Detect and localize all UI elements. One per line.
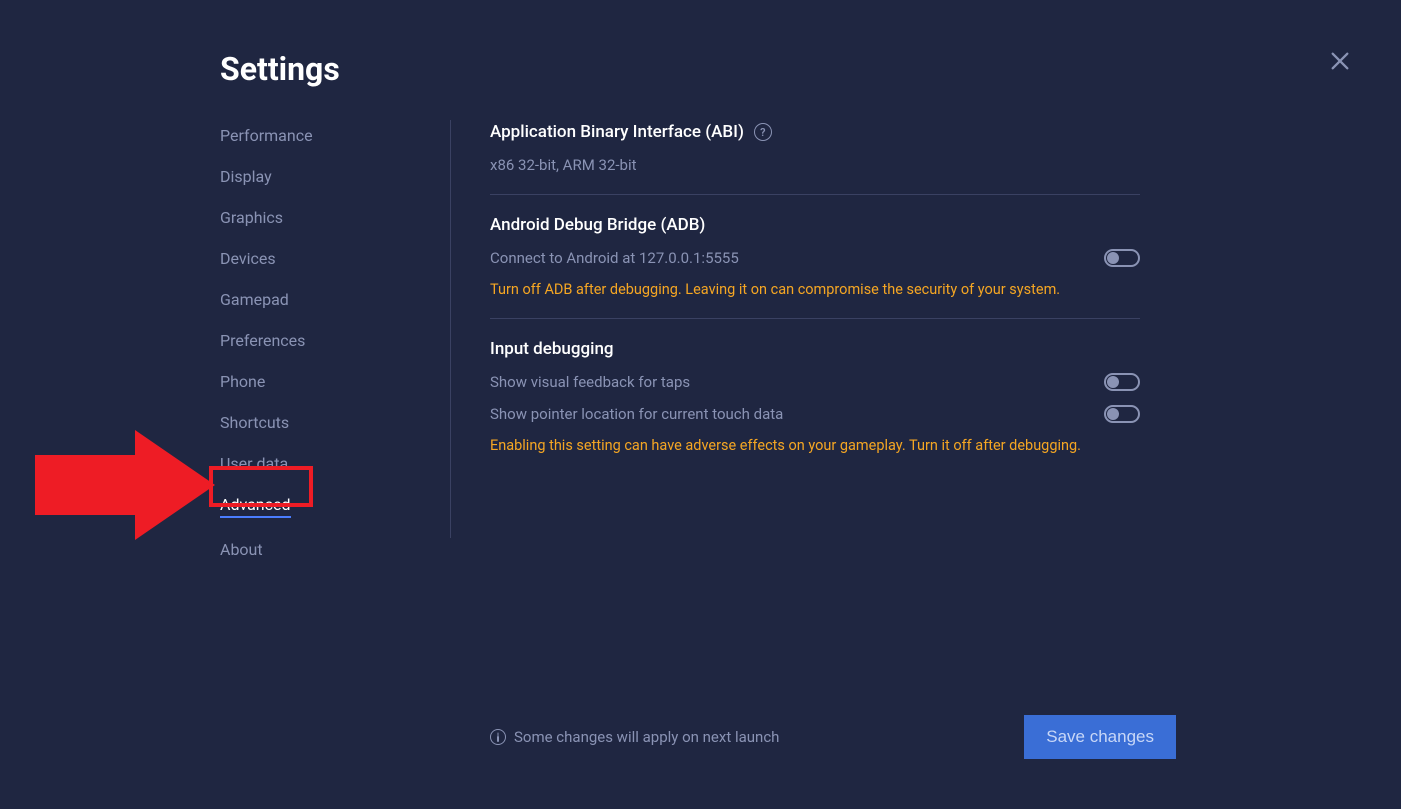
input-title: Input debugging <box>490 339 614 359</box>
adb-title: Android Debug Bridge (ADB) <box>490 215 705 235</box>
sidebar-item-devices[interactable]: Devices <box>220 249 276 268</box>
pointer-label: Show pointer location for current touch … <box>490 405 783 423</box>
sidebar-item-graphics[interactable]: Graphics <box>220 208 283 227</box>
toggle-knob <box>1107 252 1119 264</box>
close-button[interactable] <box>1329 50 1351 72</box>
toggle-knob <box>1107 376 1119 388</box>
page-title: Settings <box>220 50 340 88</box>
sidebar-item-preferences[interactable]: Preferences <box>220 331 305 350</box>
footer-note: Some changes will apply on next launch <box>490 728 779 746</box>
save-changes-button[interactable]: Save changes <box>1024 715 1176 759</box>
settings-sidebar: Performance Display Graphics Devices Gam… <box>220 126 420 581</box>
toggle-knob <box>1107 408 1119 420</box>
abi-title: Application Binary Interface (ABI) <box>490 122 744 142</box>
sidebar-item-performance[interactable]: Performance <box>220 126 313 145</box>
section-abi: Application Binary Interface (ABI) ? x86… <box>490 122 1140 194</box>
sidebar-item-about[interactable]: About <box>220 540 263 559</box>
sidebar-item-phone[interactable]: Phone <box>220 372 265 391</box>
adb-toggle[interactable] <box>1104 249 1140 267</box>
abi-value: x86 32-bit, ARM 32-bit <box>490 156 1140 174</box>
info-icon <box>490 729 506 745</box>
taps-toggle[interactable] <box>1104 373 1140 391</box>
adb-connect-label: Connect to Android at 127.0.0.1:5555 <box>490 249 739 267</box>
settings-content: Application Binary Interface (ABI) ? x86… <box>490 122 1140 474</box>
sidebar-item-user-data[interactable]: User data <box>220 454 288 473</box>
sidebar-item-advanced[interactable]: Advanced <box>220 495 291 518</box>
section-input-debugging: Input debugging Show visual feedback for… <box>490 318 1140 474</box>
close-icon <box>1329 50 1351 72</box>
taps-label: Show visual feedback for taps <box>490 373 690 391</box>
adb-warning: Turn off ADB after debugging. Leaving it… <box>490 281 1140 298</box>
sidebar-item-shortcuts[interactable]: Shortcuts <box>220 413 289 432</box>
settings-window: Settings Performance Display Graphics De… <box>0 0 1401 809</box>
section-adb: Android Debug Bridge (ADB) Connect to An… <box>490 194 1140 318</box>
help-icon[interactable]: ? <box>754 123 772 141</box>
sidebar-item-display[interactable]: Display <box>220 167 272 186</box>
pointer-toggle[interactable] <box>1104 405 1140 423</box>
annotation-arrow-icon <box>35 430 215 540</box>
sidebar-item-gamepad[interactable]: Gamepad <box>220 290 289 309</box>
footer-note-text: Some changes will apply on next launch <box>514 728 779 746</box>
input-warning: Enabling this setting can have adverse e… <box>490 437 1140 454</box>
sidebar-divider <box>450 120 451 538</box>
footer: Some changes will apply on next launch S… <box>490 715 1176 759</box>
